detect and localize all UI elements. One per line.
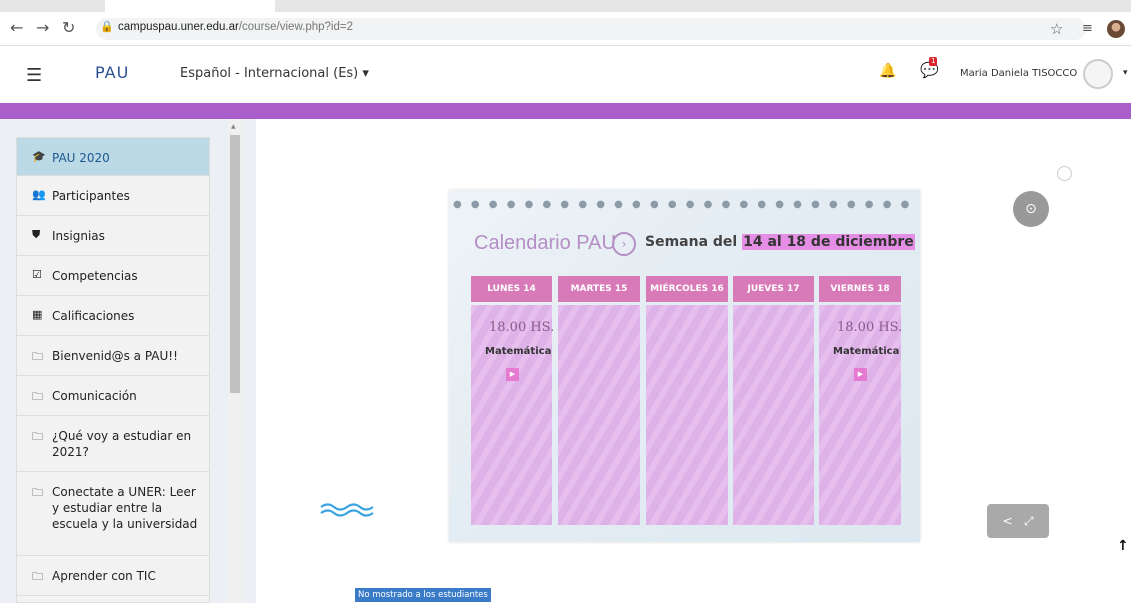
header-accent-bar — [0, 103, 1131, 119]
video-link-icon[interactable]: ▶ — [506, 368, 519, 381]
messages-icon[interactable]: 💬 1 — [920, 57, 939, 79]
day-column — [558, 305, 640, 525]
notebook-rings: ● ● ● ● ● ● ● ● ● ● ● ● ● ● ● ● ● ● ● ● … — [453, 199, 915, 210]
nav-drawer: 🎓 PAU 2020 👥 Participantes ⛊ Insignias ☑ Compet… — [16, 137, 210, 603]
back-icon[interactable]: ← — [10, 19, 23, 37]
day-column — [471, 305, 552, 525]
url-text[interactable]: campuspau.uner.edu.ar/course/view.php?id… — [118, 21, 353, 33]
browser-tab-strip — [0, 0, 1131, 12]
sidebar-item[interactable]: 👥 Participantes — [17, 176, 209, 216]
sidebar-item[interactable]: ☑ Competencias — [17, 256, 209, 296]
sidebar-item[interactable]: 🗀 Conectate a UNER: Leer y estudiar entre… — [17, 472, 209, 556]
share-icon[interactable]: < — [1002, 514, 1012, 528]
class-subject: Matemática — [485, 346, 552, 357]
share-fullscreen-controls[interactable]: < ⤢ — [987, 504, 1049, 538]
shield-icon: ⛊ — [32, 228, 41, 241]
interactive-lock-icon[interactable]: ⊙ — [1013, 191, 1049, 227]
day-header: JUEVES 17 — [733, 276, 814, 302]
day-header: MIÉRCOLES 16 — [646, 276, 728, 302]
sidebar-item-label: Participantes — [52, 189, 130, 203]
forward-icon[interactable]: → — [36, 19, 49, 37]
sidebar-item[interactable]: ⛊ Insignias — [17, 216, 209, 256]
hidden-from-students-badge: No mostrado a los estudiantes — [355, 588, 491, 602]
video-link-icon[interactable]: ▶ — [854, 368, 867, 381]
calendar-title: Calendario PAU — [474, 232, 616, 254]
sidebar-item[interactable]: 🗀 Bienvenid@s a PAU!! — [17, 336, 209, 376]
day-header: VIERNES 18 — [819, 276, 901, 302]
browser-address-bar: ← → ↻ 🔒 campuspau.uner.edu.ar/course/vie… — [0, 12, 1131, 46]
user-name[interactable]: Maria Daniela TISOCCO — [960, 68, 1077, 79]
day-column — [819, 305, 901, 525]
day-column — [646, 305, 728, 525]
sidebar-item-label: Insignias — [52, 229, 105, 243]
sidebar-item[interactable]: 🗀 ¿Qué voy a estudiar en 2021? — [17, 416, 209, 472]
back-to-top-icon[interactable]: ↑ — [1117, 538, 1129, 554]
day-header: MARTES 15 — [558, 276, 640, 302]
wave-decoration-icon — [320, 503, 374, 517]
folder-icon: 🗀 — [32, 570, 43, 583]
fullscreen-icon[interactable]: ⤢ — [1024, 514, 1034, 528]
site-brand[interactable]: PAU — [95, 63, 129, 82]
folder-icon: 🗀 — [32, 430, 43, 443]
drawer-scrollbar[interactable]: ▲ — [228, 119, 242, 603]
completion-circle-icon[interactable] — [1057, 166, 1072, 181]
sidebar-item-label: ¿Qué voy a estudiar en 2021? — [52, 429, 192, 459]
sidebar-item-label: Competencias — [52, 269, 138, 283]
sidebar-item-label: Aprender con TIC — [52, 569, 156, 583]
class-time: 18.00 HS. — [837, 320, 903, 335]
sidebar-item-label: Calificaciones — [52, 309, 135, 323]
sidebar-item[interactable]: ▦ Calificaciones — [17, 296, 209, 336]
sidebar-item[interactable]: 🗀 Comunicación — [17, 376, 209, 416]
folder-icon: 🗀 — [32, 350, 43, 363]
hamburger-menu-icon[interactable]: ☰ — [26, 65, 42, 86]
messages-badge: 1 — [929, 57, 938, 66]
language-selector[interactable]: Español - Internacional (Es) ▾ — [180, 66, 369, 81]
folder-icon: 🗀 — [32, 390, 43, 403]
lock-icon: 🔒 — [100, 20, 114, 33]
class-time: 18.00 HS. — [489, 320, 555, 335]
day-header: LUNES 14 — [471, 276, 552, 302]
sidebar-item[interactable]: 🗀 Aprender con TIC — [17, 556, 209, 596]
week-label: Semana del 14 al 18 de diciembre — [645, 234, 915, 250]
user-menu-caret-icon[interactable]: ▾ — [1123, 68, 1128, 78]
bookmark-star-icon[interactable]: ☆ — [1050, 20, 1063, 38]
table-icon: ▦ — [32, 308, 43, 321]
browser-profile-avatar[interactable] — [1107, 20, 1125, 38]
sidebar-item-label: Conectate a UNER: Leer y estudiar entre … — [52, 485, 198, 531]
sidebar-item-label: Comunicación — [52, 389, 137, 403]
sidebar-item[interactable]: 🎓 PAU 2020 — [17, 138, 209, 176]
users-icon: 👥 — [32, 188, 46, 201]
checkbox-icon: ☑ — [32, 268, 42, 281]
site-navbar: ☰ PAU Español - Internacional (Es) ▾ 🔔 💬… — [0, 47, 1131, 103]
user-avatar[interactable] — [1083, 59, 1113, 89]
class-subject: Matemática — [833, 346, 900, 357]
folder-icon: 🗀 — [32, 486, 43, 499]
notifications-bell-icon[interactable]: 🔔 — [879, 63, 896, 79]
browser-active-tab[interactable] — [105, 0, 275, 12]
day-column — [733, 305, 814, 525]
sidebar-item-label: Bienvenid@s a PAU!! — [52, 349, 178, 363]
sidebar-item-label: PAU 2020 — [52, 151, 110, 165]
reload-icon[interactable]: ↻ — [62, 19, 75, 37]
reading-list-icon[interactable]: ≡ — [1082, 21, 1093, 36]
graduation-cap-icon: 🎓 — [32, 150, 46, 163]
scrollbar-thumb[interactable] — [230, 135, 240, 393]
arrow-circle-icon: › — [612, 232, 636, 256]
scroll-up-arrow-icon[interactable]: ▲ — [231, 123, 236, 130]
